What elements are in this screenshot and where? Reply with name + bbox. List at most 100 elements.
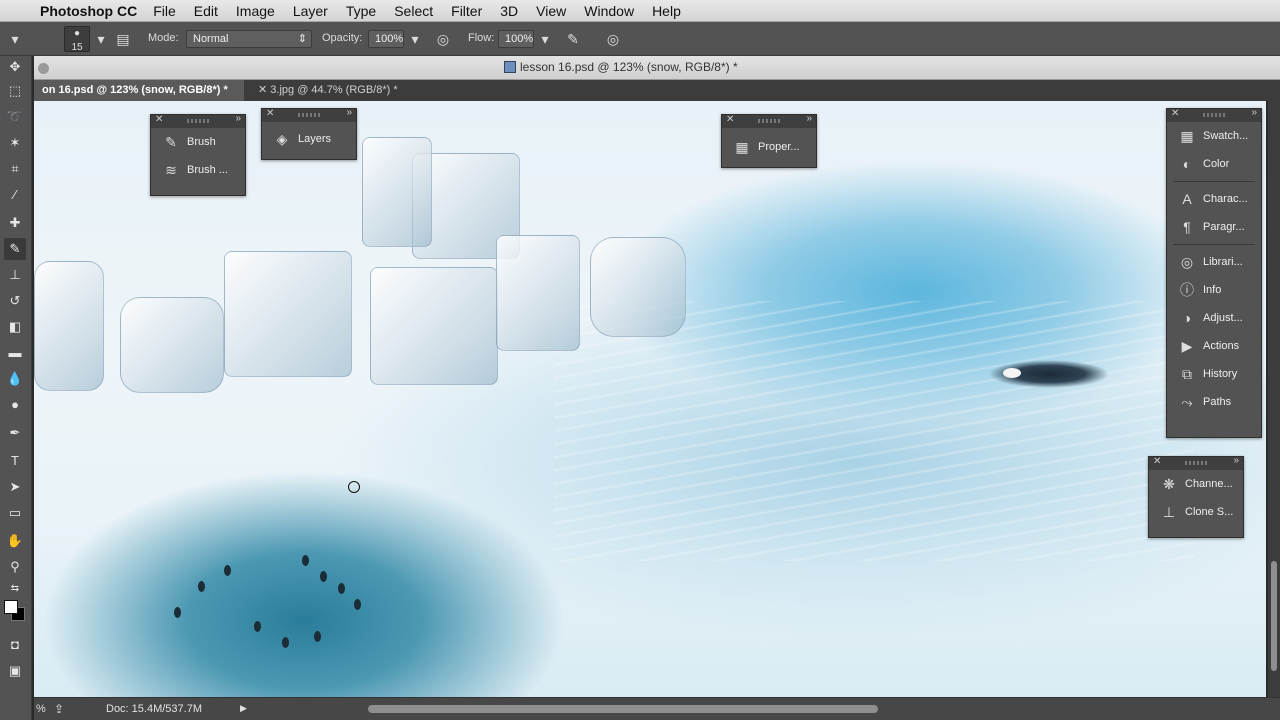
pressure-size-icon[interactable]: ◎ xyxy=(604,30,622,48)
clone-stamp-tool-icon[interactable]: ⊥ xyxy=(4,264,26,286)
foreground-color-swatch[interactable] xyxy=(4,600,18,614)
quick-selection-tool-icon[interactable]: ✶ xyxy=(4,132,26,154)
paths-icon: ⤳ xyxy=(1181,394,1193,410)
tab-close-icon[interactable]: ✕ xyxy=(258,84,267,96)
panel-header[interactable]: ✕ » xyxy=(262,107,356,122)
panel-close-icon[interactable]: ✕ xyxy=(155,114,163,125)
panel-info[interactable]: ⓘ Info xyxy=(1167,276,1261,304)
brush-preset-picker-icon[interactable]: ▾ xyxy=(6,30,24,48)
zoom-tool-icon[interactable]: ⚲ xyxy=(4,556,26,578)
opacity-input[interactable]: 100% xyxy=(368,30,404,48)
document-title-text: lesson 16.psd @ 123% (snow, RGB/8*) * xyxy=(520,60,738,74)
share-icon[interactable]: ⇪ xyxy=(54,702,64,716)
panel-collapse-icon[interactable]: » xyxy=(1233,455,1239,466)
status-bar: % ⇪ Doc: 15.4M/537.7M ▶ xyxy=(34,697,1280,720)
history-brush-tool-icon[interactable]: ↺ xyxy=(4,290,26,312)
brush-panel-toggle-icon[interactable]: ▤ xyxy=(114,30,132,48)
panel-collapse-icon[interactable]: » xyxy=(1251,107,1257,118)
blend-mode-select[interactable]: Normal ⇕ xyxy=(186,30,312,48)
panel-actions[interactable]: ▶ Actions xyxy=(1167,332,1261,360)
panel-header[interactable]: ✕ » xyxy=(1149,455,1243,470)
status-menu-arrow-icon[interactable]: ▶ xyxy=(240,703,247,714)
panel-adjustments[interactable]: ◑ Adjust... xyxy=(1167,304,1261,332)
menu-layer[interactable]: Layer xyxy=(293,3,328,19)
menu-type[interactable]: Type xyxy=(346,3,376,19)
healing-brush-tool-icon[interactable]: ✚ xyxy=(4,212,26,234)
brush-tool-icon[interactable]: ✎ xyxy=(4,238,26,260)
menu-view[interactable]: View xyxy=(536,3,566,19)
menu-window[interactable]: Window xyxy=(584,3,634,19)
eraser-tool-icon[interactable]: ◧ xyxy=(4,316,26,338)
vertical-scrollbar[interactable] xyxy=(1268,101,1280,697)
blur-tool-icon[interactable]: 💧 xyxy=(4,368,26,390)
pen-tool-icon[interactable]: ✒ xyxy=(4,422,26,444)
type-tool-icon[interactable]: T xyxy=(4,450,26,472)
brush-size-picker[interactable]: ● 15 xyxy=(64,26,90,53)
panel-libraries[interactable]: ◎ Librari... xyxy=(1167,248,1261,276)
pressure-opacity-icon[interactable]: ◎ xyxy=(434,30,452,48)
brush-size-dropdown-icon[interactable]: ▾ xyxy=(92,30,110,48)
panel-channels[interactable]: ❋ Channe... xyxy=(1149,470,1243,498)
panel-character[interactable]: A Charac... xyxy=(1167,185,1261,213)
eyedropper-tool-icon[interactable]: ⁄ xyxy=(4,184,26,206)
marquee-tool-icon[interactable]: ⬚ xyxy=(4,80,26,102)
menu-image[interactable]: Image xyxy=(236,3,275,19)
panel-collapse-icon[interactable]: » xyxy=(235,113,241,124)
panel-close-icon[interactable]: ✕ xyxy=(1171,108,1179,119)
panel-close-icon[interactable]: ✕ xyxy=(1153,456,1161,467)
panel-grip[interactable] xyxy=(1185,461,1207,465)
hand-tool-icon[interactable]: ✋ xyxy=(4,530,26,552)
gradient-tool-icon[interactable]: ▬ xyxy=(4,342,26,364)
window-close-button[interactable] xyxy=(38,63,49,74)
flow-input[interactable]: 100% xyxy=(498,30,534,48)
kiwi-seeds xyxy=(174,541,394,648)
menu-file[interactable]: File xyxy=(153,3,176,19)
panel-close-icon[interactable]: ✕ xyxy=(726,114,734,125)
app-name-menu[interactable]: Photoshop CC xyxy=(40,3,137,19)
panel-grip[interactable] xyxy=(758,119,780,123)
default-colors-icon[interactable]: ⇆ xyxy=(4,578,26,600)
menu-help[interactable]: Help xyxy=(652,3,681,19)
panel-history[interactable]: ⧉ History xyxy=(1167,360,1261,388)
panel-color[interactable]: ◐ Color xyxy=(1167,150,1261,178)
tab-3-jpg[interactable]: ✕ 3.jpg @ 44.7% (RGB/8*) * xyxy=(250,80,420,101)
panel-close-icon[interactable]: ✕ xyxy=(266,108,274,119)
panel-brush-presets[interactable]: ≋ Brush ... xyxy=(151,156,245,184)
panel-grip[interactable] xyxy=(1203,113,1225,117)
menu-filter[interactable]: Filter xyxy=(451,3,482,19)
tab-lesson-16[interactable]: on 16.psd @ 123% (snow, RGB/8*) * xyxy=(34,80,244,101)
menu-edit[interactable]: Edit xyxy=(194,3,218,19)
vertical-scroll-thumb[interactable] xyxy=(1271,561,1277,671)
panel-swatches[interactable]: ▦ Swatch... xyxy=(1167,122,1261,150)
path-selection-tool-icon[interactable]: ➤ xyxy=(4,476,26,498)
panel-header[interactable]: ✕ » xyxy=(722,113,816,128)
dodge-tool-icon[interactable]: ● xyxy=(4,394,26,416)
panel-header[interactable]: ✕ » xyxy=(151,113,245,128)
panel-collapse-icon[interactable]: » xyxy=(806,113,812,124)
menu-select[interactable]: Select xyxy=(394,3,433,19)
panel-clone-source[interactable]: ⊥ Clone S... xyxy=(1149,498,1243,526)
screen-mode-icon[interactable]: ▣ xyxy=(4,660,26,682)
history-icon: ⧉ xyxy=(1182,366,1192,382)
flow-dropdown-icon[interactable]: ▾ xyxy=(536,30,554,48)
panel-properties[interactable]: ▦ Proper... xyxy=(722,128,816,166)
panel-paragraph[interactable]: ¶ Paragr... xyxy=(1167,213,1261,241)
airbrush-icon[interactable]: ✎ xyxy=(564,30,582,48)
crop-tool-icon[interactable]: ⌗ xyxy=(4,158,26,180)
panel-header[interactable]: ✕ » xyxy=(1167,107,1261,122)
horizontal-scroll-thumb[interactable] xyxy=(368,705,878,713)
move-tool-icon[interactable]: ✥ xyxy=(4,56,26,78)
panel-grip[interactable] xyxy=(298,113,320,117)
doc-size-info: Doc: 15.4M/537.7M xyxy=(106,703,202,715)
lasso-tool-icon[interactable]: ➰ xyxy=(4,106,26,128)
rectangle-tool-icon[interactable]: ▭ xyxy=(4,502,26,524)
opacity-dropdown-icon[interactable]: ▾ xyxy=(406,30,424,48)
panel-paths[interactable]: ⤳ Paths xyxy=(1167,388,1261,416)
panel-brush[interactable]: ✎ Brush xyxy=(151,128,245,156)
panel-grip[interactable] xyxy=(187,119,209,123)
quick-mask-icon[interactable]: ◘ xyxy=(4,634,26,656)
paragraph-icon: ¶ xyxy=(1183,219,1191,235)
panel-layers[interactable]: ◈ Layers xyxy=(262,122,356,156)
panel-collapse-icon[interactable]: » xyxy=(346,107,352,118)
menu-3d[interactable]: 3D xyxy=(500,3,518,19)
